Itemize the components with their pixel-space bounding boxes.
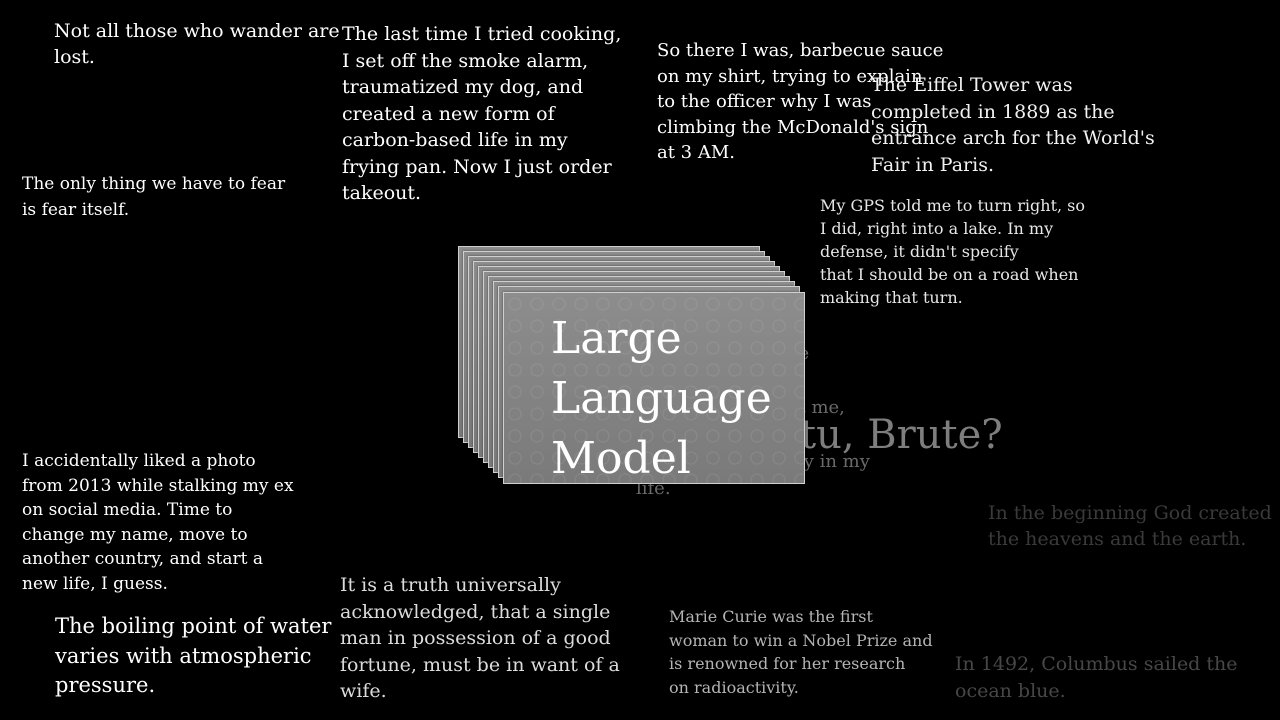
text-columbus: In 1492, Columbus sailed the ocean blue.: [955, 653, 1238, 702]
llm-label: Large Language Model: [551, 313, 772, 484]
text-fear-itself: The only thing we have to fear is fear i…: [22, 174, 286, 220]
text-gps-lake: My GPS told me to turn right, so I did, …: [820, 196, 1086, 307]
text-not-all-who-wander: Not all those who wander are lost.: [54, 20, 340, 68]
text-in-the-beginning: In the beginning God created the heavens…: [988, 502, 1272, 550]
text-liked-photo: I accidentally liked a photo from 2013 w…: [22, 451, 294, 594]
text-eiffel-tower: The Eiffel Tower was completed in 1889 a…: [871, 74, 1155, 176]
text-boiling-point: The boiling point of water varies with a…: [55, 614, 332, 697]
text-marie-curie: Marie Curie was the first woman to win a…: [669, 607, 933, 697]
text-cooking: The last time I tried cooking, I set off…: [342, 23, 622, 204]
text-truth-universally: It is a truth universally acknowledged, …: [340, 574, 620, 702]
